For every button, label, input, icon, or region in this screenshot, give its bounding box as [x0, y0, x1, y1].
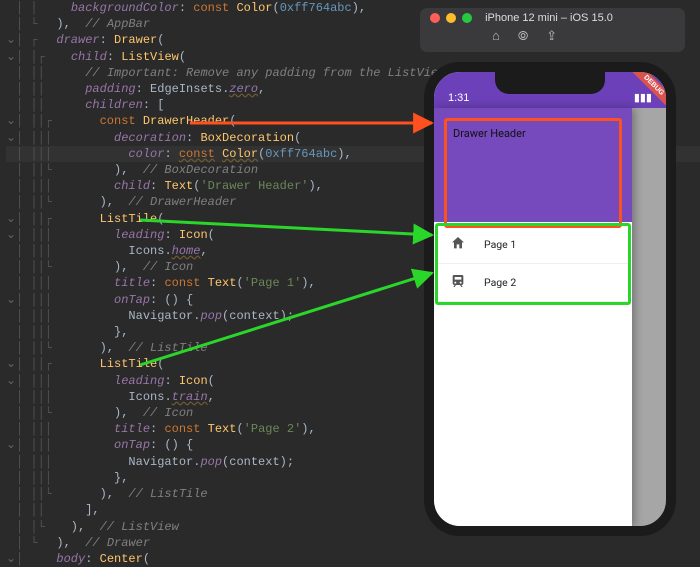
drawer: Drawer Header Page 1 Page 2 — [434, 108, 632, 526]
code-listtile-1: ListTile — [100, 212, 158, 226]
simulator-window: iPhone 12 mini – iOS 15.0 ⌂ ⦾ ⇪ — [420, 8, 685, 52]
simulator-titlebar[interactable]: iPhone 12 mini – iOS 15.0 ⌂ ⦾ ⇪ — [420, 8, 685, 52]
screenshot-icon[interactable]: ⦾ — [518, 28, 528, 44]
code-drawerheader: DrawerHeader — [143, 114, 229, 128]
device-frame: DEBUG 1:31 ▮▮▮ Drawer Header Page 1 — [424, 62, 676, 536]
zoom-icon[interactable] — [462, 13, 472, 23]
status-time: 1:31 — [448, 92, 469, 104]
share-icon[interactable]: ⇪ — [546, 28, 557, 44]
list-tile-page-1[interactable]: Page 1 — [438, 226, 628, 264]
train-icon — [450, 273, 466, 292]
minimize-icon[interactable] — [446, 13, 456, 23]
close-icon[interactable] — [430, 13, 440, 23]
drawer-scrim[interactable] — [632, 108, 666, 526]
home-icon[interactable]: ⌂ — [492, 28, 500, 44]
drawer-header: Drawer Header — [434, 108, 632, 222]
drawer-header-text: Drawer Header — [453, 127, 526, 140]
list-tile-label: Page 2 — [484, 276, 516, 289]
code-listtile-2: ListTile — [100, 357, 158, 371]
list-tile-label: Page 1 — [484, 238, 516, 251]
simulator-title: iPhone 12 mini – iOS 15.0 — [485, 12, 613, 24]
home-icon — [450, 235, 466, 254]
traffic-lights[interactable] — [430, 13, 472, 23]
notch — [495, 72, 605, 94]
status-indicators: ▮▮▮ — [634, 91, 652, 104]
list-tile-page-2[interactable]: Page 2 — [438, 264, 628, 302]
